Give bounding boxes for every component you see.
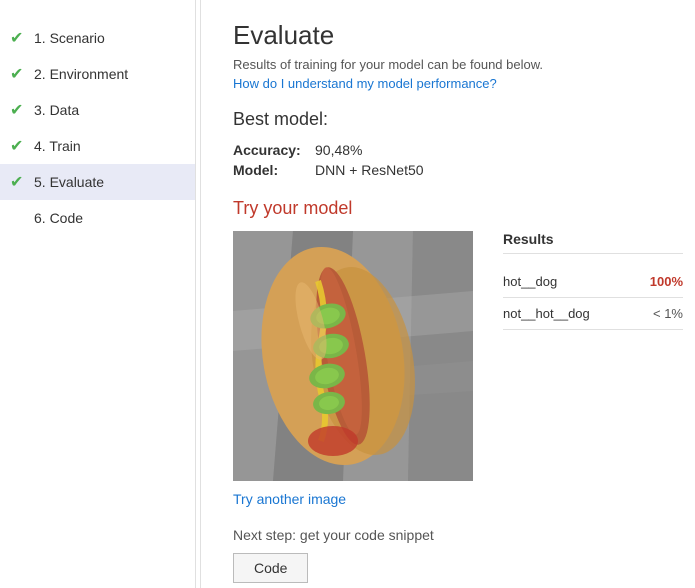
model-row: Model: DNN + ResNet50: [233, 162, 667, 178]
best-model-section: Best model: Accuracy: 90,48% Model: DNN …: [233, 109, 667, 178]
check-icon-evaluate: ✔: [10, 172, 26, 192]
accuracy-value: 90,48%: [315, 142, 362, 158]
sidebar-item-code[interactable]: ✔ 6. Code: [0, 200, 195, 236]
results-column: Results hot__dog 100% not__hot__dog < 1%: [503, 231, 683, 330]
result-label-not-hotdog: not__hot__dog: [503, 306, 590, 321]
try-model-section: Try your model: [233, 198, 667, 507]
sidebar-item-data[interactable]: ✔ 3. Data: [0, 92, 195, 128]
sidebar-item-evaluate[interactable]: ✔ 5. Evaluate: [0, 164, 195, 200]
sidebar-label-code: 6. Code: [34, 210, 83, 226]
image-column: Try another image: [233, 231, 473, 507]
check-icon-data: ✔: [10, 100, 26, 120]
next-step-text: Next step: get your code snippet: [233, 527, 667, 543]
result-label-hotdog: hot__dog: [503, 274, 557, 289]
hotdog-svg: [233, 231, 473, 481]
next-step-section: Next step: get your code snippet Code: [233, 527, 667, 583]
best-model-title: Best model:: [233, 109, 667, 130]
code-button[interactable]: Code: [233, 553, 308, 583]
result-value-hotdog: 100%: [650, 274, 683, 289]
results-title: Results: [503, 231, 683, 254]
result-row-hotdog: hot__dog 100%: [503, 266, 683, 298]
subtitle-text: Results of training for your model can b…: [233, 57, 667, 72]
main-content: Evaluate Results of training for your mo…: [205, 0, 695, 588]
sidebar-label-environment: 2. Environment: [34, 66, 128, 82]
try-another-image-link[interactable]: Try another image: [233, 491, 346, 507]
model-label: Model:: [233, 162, 303, 178]
accuracy-row: Accuracy: 90,48%: [233, 142, 667, 158]
sidebar-item-scenario[interactable]: ✔ 1. Scenario: [0, 20, 195, 56]
page-title: Evaluate: [233, 20, 667, 51]
check-icon-scenario: ✔: [10, 28, 26, 48]
sidebar-label-data: 3. Data: [34, 102, 79, 118]
sidebar-label-evaluate: 5. Evaluate: [34, 174, 104, 190]
sidebar-label-train: 4. Train: [34, 138, 81, 154]
check-icon-train: ✔: [10, 136, 26, 156]
model-value: DNN + ResNet50: [315, 162, 424, 178]
sidebar-label-scenario: 1. Scenario: [34, 30, 105, 46]
result-value-not-hotdog: < 1%: [653, 306, 683, 321]
sidebar-item-environment[interactable]: ✔ 2. Environment: [0, 56, 195, 92]
result-row-not-hotdog: not__hot__dog < 1%: [503, 298, 683, 330]
sidebar: ✔ 1. Scenario ✔ 2. Environment ✔ 3. Data…: [0, 0, 196, 588]
help-link[interactable]: How do I understand my model performance…: [233, 76, 667, 91]
sidebar-item-train[interactable]: ✔ 4. Train: [0, 128, 195, 164]
try-model-content: Try another image Results hot__dog 100% …: [233, 231, 667, 507]
hotdog-image-container: [233, 231, 473, 481]
try-model-title: Try your model: [233, 198, 667, 219]
check-icon-environment: ✔: [10, 64, 26, 84]
sidebar-divider: [200, 0, 201, 588]
accuracy-label: Accuracy:: [233, 142, 303, 158]
